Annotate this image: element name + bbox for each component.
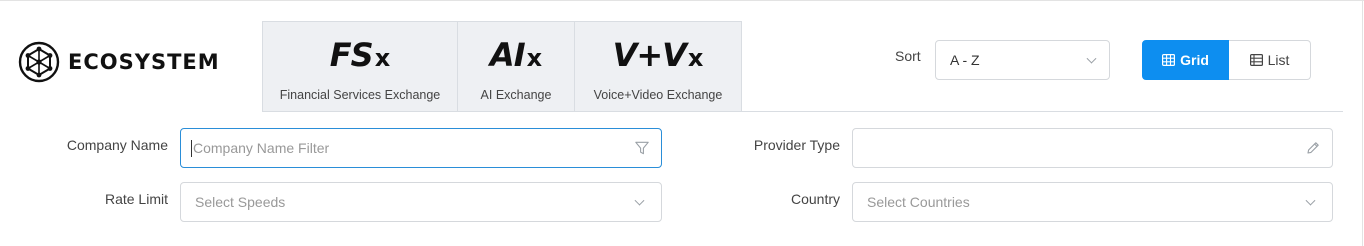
fsx-logo-suffix: x bbox=[374, 44, 391, 72]
view-toggle: Grid List bbox=[1142, 40, 1311, 80]
vvx-logo-suffix: x bbox=[687, 44, 704, 72]
country-select[interactable]: Select Countries bbox=[852, 182, 1333, 222]
country-placeholder: Select Countries bbox=[867, 194, 970, 210]
grid-icon bbox=[1162, 54, 1176, 66]
aix-logo: AI x bbox=[490, 36, 542, 74]
aix-logo-main: AI bbox=[489, 36, 526, 74]
tab-label: Financial Services Exchange bbox=[279, 88, 441, 102]
brand-name: ECOSYSTEM bbox=[68, 50, 220, 74]
sort-select[interactable]: A - Z bbox=[935, 40, 1110, 80]
provider-type-input[interactable] bbox=[852, 128, 1333, 168]
chevron-down-icon bbox=[1305, 195, 1316, 206]
provider-type-label: Provider Type bbox=[753, 137, 840, 153]
list-icon bbox=[1249, 54, 1263, 66]
tab-label: Voice+Video Exchange bbox=[593, 88, 723, 102]
tab-voice-video-exchange[interactable]: V+V x Voice+Video Exchange bbox=[575, 22, 741, 111]
filter-icon bbox=[635, 141, 649, 155]
chevron-down-icon bbox=[1086, 53, 1097, 64]
grid-label: Grid bbox=[1180, 52, 1209, 68]
text-caret bbox=[191, 139, 192, 157]
tab-financial-services-exchange[interactable]: FS x Financial Services Exchange bbox=[263, 22, 458, 111]
tab-ai-exchange[interactable]: AI x AI Exchange bbox=[458, 22, 575, 111]
grid-view-button[interactable]: Grid bbox=[1142, 40, 1229, 80]
sort-label: Sort bbox=[895, 48, 921, 64]
header-divider bbox=[741, 111, 1343, 112]
right-border bbox=[1362, 0, 1363, 246]
vvx-logo: V+V x bbox=[613, 36, 704, 74]
exchange-tabs: FS x Financial Services Exchange AI x AI… bbox=[262, 21, 742, 112]
top-border bbox=[0, 0, 1364, 1]
rate-limit-label: Rate Limit bbox=[104, 191, 168, 207]
vvx-logo-main: V+V bbox=[612, 36, 687, 74]
network-hex-logo-icon bbox=[18, 41, 60, 83]
company-name-label: Company Name bbox=[66, 137, 168, 153]
brand-logo[interactable]: ECOSYSTEM bbox=[18, 41, 220, 83]
company-name-input[interactable]: Company Name Filter bbox=[180, 128, 662, 168]
chevron-down-icon bbox=[634, 195, 645, 206]
list-label: List bbox=[1267, 52, 1290, 68]
fsx-logo-main: FS bbox=[329, 36, 374, 74]
rate-limit-placeholder: Select Speeds bbox=[195, 194, 286, 210]
sort-value: A - Z bbox=[950, 52, 980, 68]
pencil-icon bbox=[1307, 142, 1319, 154]
aix-logo-suffix: x bbox=[526, 44, 543, 72]
list-view-button[interactable]: List bbox=[1229, 40, 1311, 80]
tab-label: AI Exchange bbox=[480, 88, 552, 102]
fsx-logo: FS x bbox=[330, 36, 390, 74]
country-label: Country bbox=[790, 191, 840, 207]
rate-limit-select[interactable]: Select Speeds bbox=[180, 182, 662, 222]
company-name-placeholder: Company Name Filter bbox=[193, 140, 330, 156]
